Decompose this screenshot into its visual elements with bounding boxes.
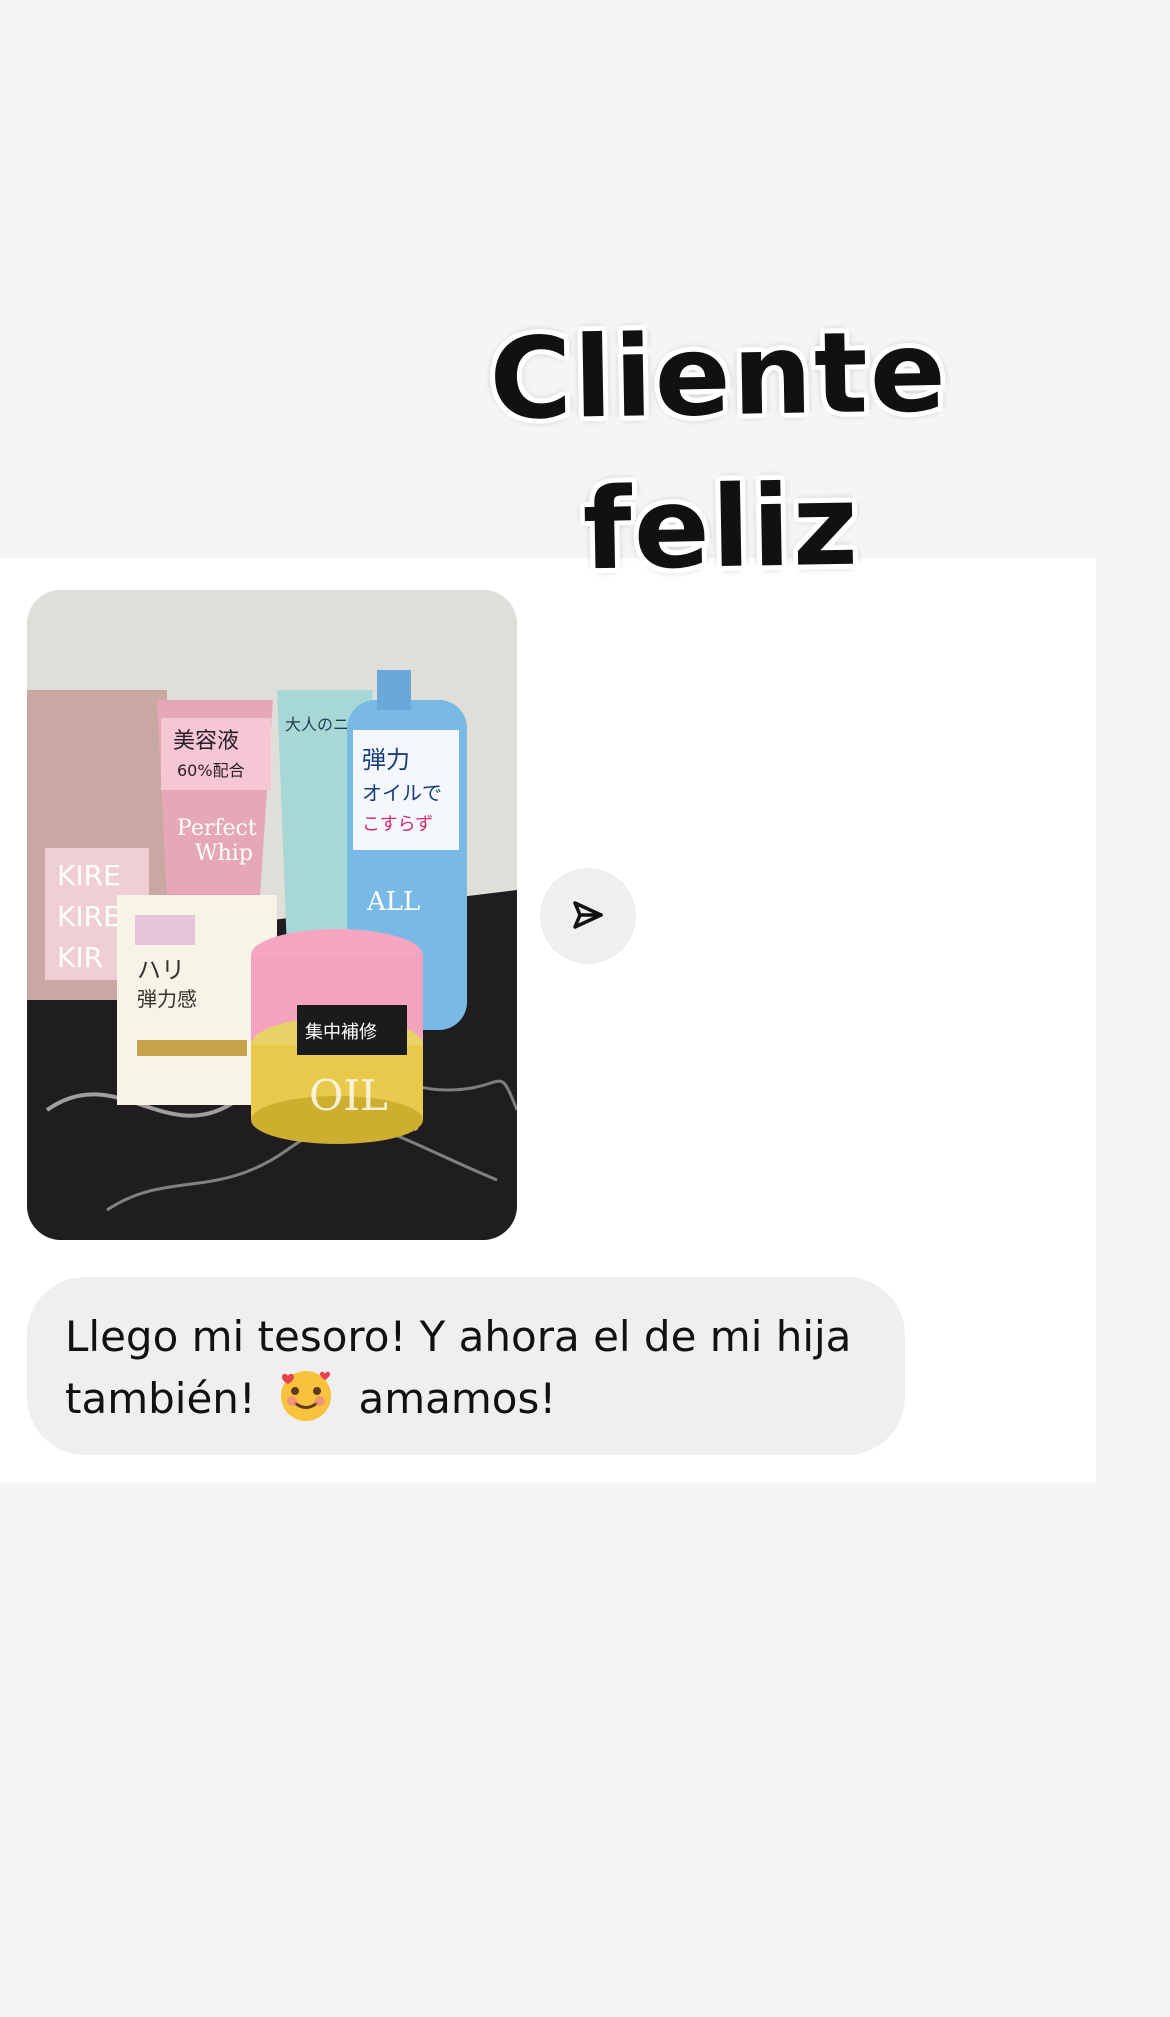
svg-text:KIRE: KIRE	[57, 859, 121, 892]
message-text: Llego mi tesoro! Y ahora el de mi hija t…	[65, 1307, 875, 1429]
svg-text:KIRE: KIRE	[57, 900, 121, 933]
chat-message-bubble[interactable]: Llego mi tesoro! Y ahora el de mi hija t…	[27, 1277, 905, 1455]
svg-text:弾力: 弾力	[362, 746, 410, 774]
sticker-line-2: feliz	[581, 460, 861, 596]
product-photo-image: KIRE KIRE KIR 美容液 60%配合 Perfect Whip 大人の…	[27, 590, 517, 1240]
svg-text:Perfect: Perfect	[177, 816, 257, 841]
svg-text:OIL: OIL	[309, 1071, 388, 1120]
svg-text:こすらず: こすらず	[362, 814, 433, 835]
message-text-part-2: amamos!	[358, 1374, 557, 1423]
cliente-feliz-sticker: Cliente feliz	[417, 295, 1022, 609]
send-icon	[573, 901, 603, 929]
svg-text:60%配合: 60%配合	[177, 761, 245, 780]
smiling-face-with-hearts-icon	[277, 1367, 335, 1425]
svg-text:ハリ: ハリ	[137, 956, 185, 984]
sticker-line-1: Cliente	[488, 307, 949, 445]
svg-text:KIR: KIR	[57, 941, 103, 974]
svg-text:集中補修: 集中補修	[305, 1022, 377, 1043]
shared-product-photo[interactable]: KIRE KIRE KIR 美容液 60%配合 Perfect Whip 大人の…	[27, 590, 517, 1240]
svg-text:美容液: 美容液	[173, 729, 239, 754]
svg-text:オイルで: オイルで	[362, 781, 442, 805]
svg-text:弾力感: 弾力感	[137, 987, 197, 1011]
share-button[interactable]	[540, 868, 636, 964]
svg-text:Whip: Whip	[195, 841, 253, 866]
svg-text:ALL: ALL	[366, 887, 420, 917]
